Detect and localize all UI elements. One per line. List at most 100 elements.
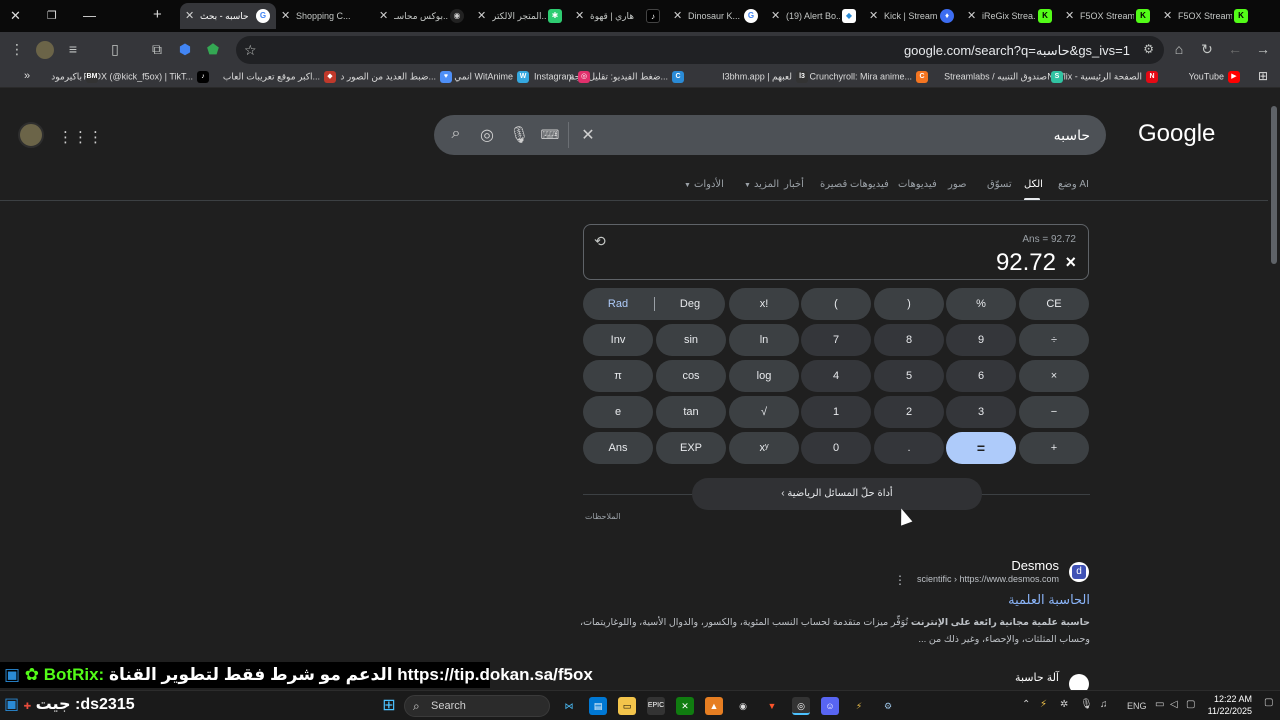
media-icon[interactable]: ≡	[64, 41, 82, 57]
browser-tab[interactable]: ✕ حاسبه - بحث G	[180, 3, 276, 29]
home-icon[interactable]: ⌂	[1170, 41, 1188, 57]
url-text[interactable]: google.com/search?q=حاسبه&gs_ivs=1	[904, 43, 1130, 59]
bookmark-item[interactable]: Crunchyroll: Mira anime... C	[809, 71, 928, 83]
close-tab-icon[interactable]: ✕	[281, 9, 290, 22]
search-tab[interactable]: فيديوهات قصيرة	[820, 179, 889, 190]
calc-key[interactable]: 6	[946, 360, 1016, 392]
search-tab[interactable]: ▼ المزيد	[744, 179, 779, 190]
bookmark-item[interactable]: ضبط العديد من الصور د... ♥	[340, 71, 452, 83]
browser-tab[interactable]: ✕ هاري | قهوة ♪	[570, 3, 666, 29]
calc-key[interactable]: )	[874, 288, 944, 320]
account-avatar[interactable]	[18, 122, 44, 148]
close-window-icon[interactable]: ✕	[10, 8, 21, 24]
bookmark-item[interactable]: Streamlabs / صندوق التنبيه S	[944, 71, 1063, 83]
minimize-window-icon[interactable]: —	[83, 8, 96, 23]
close-tab-icon[interactable]: ✕	[771, 9, 780, 22]
close-tab-icon[interactable]: ✕	[477, 9, 486, 22]
calc-key[interactable]: CE	[1019, 288, 1089, 320]
calc-key[interactable]: Inv	[583, 324, 653, 356]
deg-button[interactable]: Deg	[655, 288, 725, 320]
reload-icon[interactable]: ↻	[1198, 41, 1216, 58]
calc-key[interactable]: −	[1019, 396, 1089, 428]
clock[interactable]: 12:22 AM 11/22/2025	[1208, 693, 1252, 717]
search-tab[interactable]: أخبار	[784, 179, 804, 190]
tray-app-icon[interactable]: ⚡	[1040, 699, 1047, 710]
steam-icon[interactable]: ⚙	[879, 697, 897, 715]
calc-key[interactable]: Ans	[583, 432, 653, 464]
calc-key[interactable]: ln	[729, 324, 799, 356]
keyboard-icon[interactable]: ⌨	[540, 127, 560, 143]
browser-tab[interactable]: ✕ Kick | Stream ♦	[864, 3, 960, 29]
tray-mic-icon[interactable]: 🎙	[1080, 699, 1093, 710]
bookmark-item[interactable]: Netflix - الصفحة الرئيسية N	[1047, 71, 1158, 83]
discord-icon[interactable]: ☺	[821, 697, 839, 715]
calc-key[interactable]: 5	[874, 360, 944, 392]
xbox-icon[interactable]: ✕	[676, 697, 694, 715]
close-tab-icon[interactable]: ✕	[575, 9, 584, 22]
close-tab-icon[interactable]: ✕	[869, 9, 878, 22]
result-site-name-2[interactable]: آلة حاسبة	[1015, 671, 1059, 684]
bookmark-star-icon[interactable]: ☆	[244, 42, 257, 59]
calc-key[interactable]: 4	[801, 360, 871, 392]
bookmark-item[interactable]: اكبر موقع تعريبات العاب... ◆	[223, 71, 336, 83]
calc-key[interactable]: 7	[801, 324, 871, 356]
calc-key[interactable]: (	[801, 288, 871, 320]
bookmark-item[interactable]: باكيرمود BM	[51, 71, 98, 83]
browser-tab[interactable]: ✕ Shopping C...	[276, 3, 372, 29]
google-logo[interactable]: Google	[1138, 120, 1215, 148]
tray-chevron-icon[interactable]: ⌃	[1022, 699, 1030, 710]
search-icon[interactable]: ⌕	[446, 125, 466, 143]
brave-icon[interactable]: ▼	[763, 697, 781, 715]
scrollbar-thumb[interactable]	[1271, 106, 1277, 264]
mic-icon[interactable]: 🎙	[509, 125, 529, 145]
bookmark-item[interactable]: F5OX (@kick_f5ox) | TikT... ♪	[84, 71, 209, 83]
browser-tab[interactable]: ✕ بوكس محاسـ...◉	[374, 3, 470, 29]
close-tab-icon[interactable]: ✕	[1163, 9, 1172, 22]
epic-games-icon[interactable]: EPIC	[647, 697, 665, 715]
address-bar[interactable]: ☆ google.com/search?q=حاسبه&gs_ivs=1 ⚙	[236, 36, 1164, 64]
tray-gear-icon[interactable]: ✲	[1060, 699, 1068, 710]
history-icon[interactable]: ⟲	[594, 233, 606, 250]
extensions-icon[interactable]: ⧉	[148, 41, 166, 58]
language-indicator[interactable]: ENG	[1127, 701, 1147, 711]
calc-key[interactable]: 3	[946, 396, 1016, 428]
search-box[interactable]: ⌕ ◎ 🎙 ⌨ ✕ حاسبه	[434, 115, 1106, 155]
back-icon[interactable]: →	[1254, 41, 1272, 57]
apps-grid-icon[interactable]: ⊞	[1258, 69, 1268, 83]
calc-key[interactable]: log	[729, 360, 799, 392]
battery-icon[interactable]: ▢	[1186, 699, 1195, 710]
search-tab[interactable]: وضع AI	[1058, 179, 1089, 190]
search-tab[interactable]: الكل	[1024, 179, 1043, 190]
notification-icon[interactable]: ▢	[1264, 697, 1273, 708]
bookmark-item[interactable]: I3bhm.app | لعبهم l3	[722, 71, 808, 83]
windows-start-icon[interactable]: ⊞	[380, 697, 398, 715]
menu-icon[interactable]: ⋮	[8, 41, 26, 58]
close-tab-icon[interactable]: ✕	[673, 9, 682, 22]
calc-key[interactable]: 1	[801, 396, 871, 428]
angle-mode-toggle[interactable]: Rad Deg	[583, 288, 725, 320]
calc-key[interactable]: sin	[656, 324, 726, 356]
close-tab-icon[interactable]: ✕	[1065, 9, 1074, 22]
result-url[interactable]: scientific › https://www.desmos.com	[917, 574, 1059, 584]
calc-key[interactable]: π	[583, 360, 653, 392]
calc-key[interactable]: %	[946, 288, 1016, 320]
search-query[interactable]: حاسبه	[1054, 127, 1090, 144]
page-scrollbar[interactable]	[1268, 94, 1280, 690]
math-solver-button[interactable]: ‹ أداة حلّ المسائل الرياضية	[692, 478, 982, 510]
taskbar-search[interactable]: ⌕ Search	[404, 695, 550, 717]
browser-tab[interactable]: ✕ F5OX Stream K	[1060, 3, 1156, 29]
chrome-icon[interactable]: ◎	[792, 697, 810, 715]
store-icon[interactable]: ▤	[589, 697, 607, 715]
result-title-link[interactable]: الحاسبة العلمية	[1008, 592, 1090, 608]
folder-icon[interactable]: ▭	[618, 697, 636, 715]
app-icon-2[interactable]: ⚡	[850, 697, 868, 715]
calc-key[interactable]: EXP	[656, 432, 726, 464]
bookmark-item[interactable]: انمي WitAnime W	[454, 71, 529, 83]
app-icon[interactable]: ▲	[705, 697, 723, 715]
search-tab[interactable]: صور	[948, 179, 967, 190]
close-tab-icon[interactable]: ✕	[967, 9, 976, 22]
calc-key[interactable]: x!	[729, 288, 799, 320]
vscode-icon[interactable]: ⋈	[560, 697, 578, 715]
calc-key[interactable]: +	[1019, 432, 1089, 464]
search-tab[interactable]: فيديوهات	[898, 179, 937, 190]
